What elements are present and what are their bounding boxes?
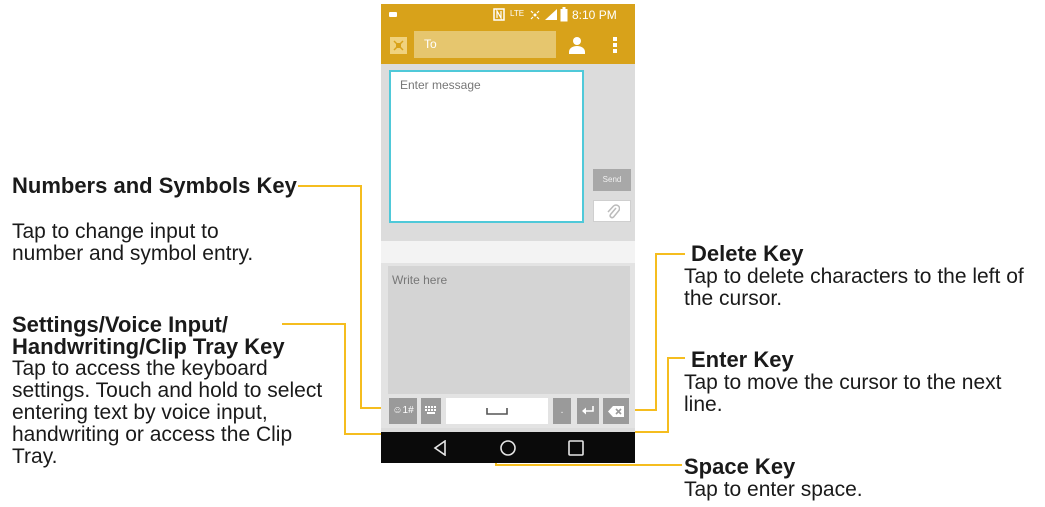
delete-callout-h xyxy=(655,253,685,255)
compose-app-icon[interactable] xyxy=(390,37,407,54)
more-vert-icon[interactable] xyxy=(613,37,617,53)
space-callout-h xyxy=(495,464,682,466)
contacts-icon[interactable] xyxy=(569,36,585,54)
enter-key-description: Tap to move the cursor to the next line. xyxy=(684,371,1002,416)
backspace-icon xyxy=(608,406,624,417)
status-bar: LTE 8:10 PM xyxy=(381,4,635,26)
keyboard-icon xyxy=(425,406,436,414)
nfc-icon xyxy=(493,8,505,21)
home-icon[interactable] xyxy=(500,440,516,456)
battery-icon xyxy=(560,7,568,22)
handwriting-input-area[interactable]: Write here xyxy=(388,266,630,394)
navigation-bar xyxy=(381,432,635,463)
back-icon[interactable] xyxy=(433,440,447,456)
numbers-symbols-callout-v xyxy=(360,185,362,409)
enter-key[interactable] xyxy=(577,398,599,424)
message-compose-area: Enter message Send xyxy=(381,64,635,239)
write-here-placeholder: Write here xyxy=(392,273,448,287)
space-key-title: Space Key xyxy=(684,454,796,479)
delete-key-description: Tap to delete characters to the left of … xyxy=(684,265,1024,310)
delete-callout-v xyxy=(655,253,657,411)
numbers-symbols-description: Tap to change input to number and symbol… xyxy=(12,220,254,265)
send-button[interactable]: Send xyxy=(593,169,631,191)
attach-button[interactable] xyxy=(593,200,631,222)
period-key[interactable]: . xyxy=(553,398,571,424)
enter-callout-h xyxy=(667,357,685,359)
phone-screen: LTE 8:10 PM To Enter message Send Write … xyxy=(381,4,635,463)
handwriting-keyboard: Write here ☺1# . xyxy=(381,263,635,428)
settings-key-description: Tap to access the keyboard settings. Tou… xyxy=(12,357,323,468)
enter-icon xyxy=(582,406,594,415)
settings-key-title-line2: Handwriting/Clip Tray Key xyxy=(12,334,285,359)
network-type: LTE xyxy=(510,9,525,18)
status-time: 8:10 PM xyxy=(572,8,617,22)
settings-key-title-line1: Settings/Voice Input/ xyxy=(12,312,228,337)
delete-key[interactable] xyxy=(603,398,629,424)
signal-icon xyxy=(545,9,557,20)
recents-icon[interactable] xyxy=(568,440,584,456)
settings-callout-h xyxy=(282,323,346,325)
space-key-description: Tap to enter space. xyxy=(684,478,863,501)
numbers-symbols-callout-h xyxy=(298,185,362,187)
settings-voice-handwriting-cliptray-key[interactable] xyxy=(421,398,441,424)
settings-callout-v xyxy=(344,323,346,435)
space-bar-icon xyxy=(486,408,508,415)
data-activity-icon xyxy=(530,10,540,20)
numbers-symbols-key[interactable]: ☺1# xyxy=(389,398,417,424)
notification-icon xyxy=(389,12,397,17)
numbers-symbols-title: Numbers and Symbols Key xyxy=(12,173,297,198)
message-placeholder: Enter message xyxy=(400,78,481,92)
app-bar: To xyxy=(381,26,635,64)
enter-callout-v xyxy=(667,357,669,433)
enter-key-title: Enter Key xyxy=(691,347,794,372)
attachment-icon xyxy=(607,204,620,219)
message-input[interactable]: Enter message xyxy=(389,70,584,223)
suggestion-strip xyxy=(381,241,635,263)
delete-key-title: Delete Key xyxy=(691,241,804,266)
space-key[interactable] xyxy=(446,398,548,424)
to-recipient-input[interactable]: To xyxy=(414,31,556,58)
